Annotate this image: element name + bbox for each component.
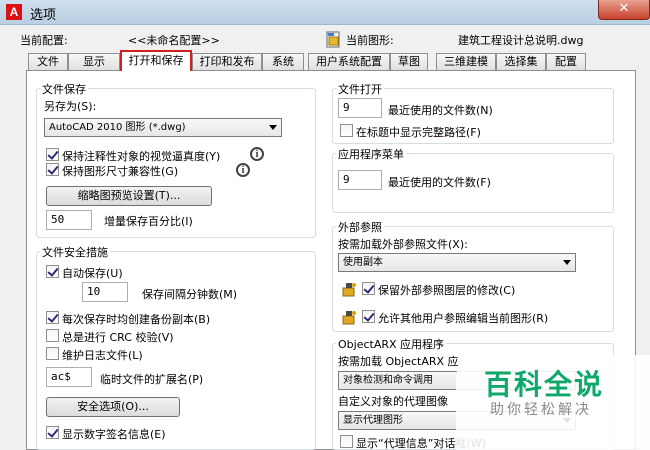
maintain-log-label: 维护日志文件(L)	[62, 349, 143, 362]
create-backup-label: 每次保存时均创建备份副本(B)	[62, 313, 211, 326]
tab-files[interactable]: 文件	[28, 53, 68, 70]
close-button[interactable]: ✕	[598, 0, 650, 20]
demand-load-arx-label: 按需加载 ObjectARX 应	[338, 355, 459, 368]
file-open-title: 文件打开	[336, 81, 384, 97]
external-references-title: 外部参照	[336, 219, 384, 235]
tab-open-and-save[interactable]: 打开和保存	[120, 50, 192, 71]
file-safety-title: 文件安全措施	[40, 244, 110, 260]
proxy-images-value: 显示代理图形	[343, 415, 403, 426]
maintain-visual-fidelity-checkbox[interactable]	[46, 148, 59, 161]
full-path-checkbox[interactable]	[340, 124, 353, 137]
maintain-visual-fidelity-label: 保持注释性对象的视觉逼真度(Y)	[62, 150, 221, 163]
close-icon: ✕	[618, 1, 630, 16]
maintain-drawing-size-label: 保持图形尺寸兼容性(G)	[62, 165, 179, 178]
full-path-label: 在标题中显示完整路径(F)	[356, 126, 481, 139]
maintain-log-checkbox[interactable]	[46, 347, 59, 360]
tab-selection[interactable]: 选择集	[496, 53, 546, 70]
current-config-label: 当前配置:	[20, 34, 68, 47]
crc-check-label: 总是进行 CRC 校验(V)	[62, 331, 174, 344]
current-config-value: <<未命名配置>>	[128, 34, 220, 47]
autocad-app-icon: A	[6, 4, 22, 20]
tab-user-preferences[interactable]: 用户系统配置	[308, 53, 390, 70]
temp-extension-input[interactable]: ac$	[46, 367, 92, 387]
save-as-value: AutoCAD 2010 图形 (*.dwg)	[49, 122, 186, 133]
allow-xref-edit-label: 允许其他用户参照编辑当前图形(R)	[378, 312, 549, 325]
proxy-images-label: 自定义对象的代理图像	[338, 395, 448, 408]
window-title: 选项	[30, 8, 57, 23]
current-drawing-label: 当前图形:	[346, 34, 394, 47]
info-icon[interactable]: i	[236, 163, 250, 177]
incremental-save-input[interactable]: 50	[46, 210, 92, 230]
save-as-dropdown[interactable]: AutoCAD 2010 图形 (*.dwg)	[44, 118, 282, 137]
security-options-button[interactable]: 安全选项(O)...	[46, 397, 180, 417]
demand-load-xrefs-label: 按需加载外部参照文件(X):	[338, 238, 468, 251]
watermark-subtitle: 助你轻松解决	[490, 402, 592, 418]
file-save-title: 文件保存	[40, 81, 88, 97]
recent-files-input[interactable]: 9	[338, 98, 382, 118]
retain-xref-layers-label: 保留外部参照图层的修改(C)	[378, 284, 516, 297]
current-drawing-value: 建筑工程设计总说明.dwg	[458, 34, 584, 47]
application-menu-title: 应用程序菜单	[336, 146, 406, 162]
objectarx-title: ObjectARX 应用程序	[336, 336, 447, 352]
demand-load-arx-value: 对象检测和命令调用	[343, 375, 433, 386]
chevron-down-icon	[563, 260, 571, 265]
tab-system[interactable]: 系统	[262, 53, 304, 70]
tab-profiles[interactable]: 配置	[546, 53, 586, 70]
maintain-drawing-size-checkbox[interactable]	[46, 163, 59, 176]
digital-signature-checkbox[interactable]	[46, 426, 59, 439]
proxy-info-checkbox[interactable]	[340, 435, 353, 448]
menu-recent-files-input[interactable]: 9	[338, 170, 382, 190]
xref-layer-icon	[342, 283, 356, 297]
recent-files-label: 最近使用的文件数(N)	[388, 104, 493, 117]
demand-load-xrefs-value: 使用副本	[343, 257, 383, 268]
title-bar[interactable]: A 选项 ✕	[0, 0, 650, 25]
autosave-minutes-input[interactable]: 10	[82, 282, 128, 302]
crc-check-checkbox[interactable]	[46, 329, 59, 342]
tab-plot-and-publish[interactable]: 打印和发布	[192, 53, 262, 70]
temp-extension-label: 临时文件的扩展名(P)	[100, 373, 204, 386]
watermark: 百科全说 助你轻松解决	[456, 355, 650, 450]
watermark-title: 百科全说	[484, 368, 605, 401]
drawing-file-icon	[326, 31, 340, 48]
autosave-label: 自动保存(U)	[62, 267, 123, 280]
create-backup-checkbox[interactable]	[46, 311, 59, 324]
info-icon[interactable]: i	[250, 147, 264, 161]
xref-edit-icon	[342, 311, 356, 325]
digital-signature-label: 显示数字签名信息(E)	[62, 428, 166, 441]
save-as-label: 另存为(S):	[44, 100, 97, 113]
thumbnail-preview-settings-button[interactable]: 缩略图预览设置(T)...	[46, 186, 212, 206]
tab-drafting[interactable]: 草图	[390, 53, 428, 70]
demand-load-xrefs-dropdown[interactable]: 使用副本	[338, 253, 576, 272]
incremental-save-label: 增量保存百分比(I)	[104, 215, 193, 228]
chevron-down-icon	[269, 125, 277, 130]
tab-3d-modeling[interactable]: 三维建模	[436, 53, 496, 70]
allow-xref-edit-checkbox[interactable]	[362, 310, 375, 323]
autosave-checkbox[interactable]	[46, 265, 59, 278]
menu-recent-files-label: 最近使用的文件数(F)	[388, 176, 491, 189]
autosave-minutes-label: 保存间隔分钟数(M)	[142, 288, 238, 301]
retain-xref-layers-checkbox[interactable]	[362, 282, 375, 295]
tab-display[interactable]: 显示	[68, 53, 120, 70]
